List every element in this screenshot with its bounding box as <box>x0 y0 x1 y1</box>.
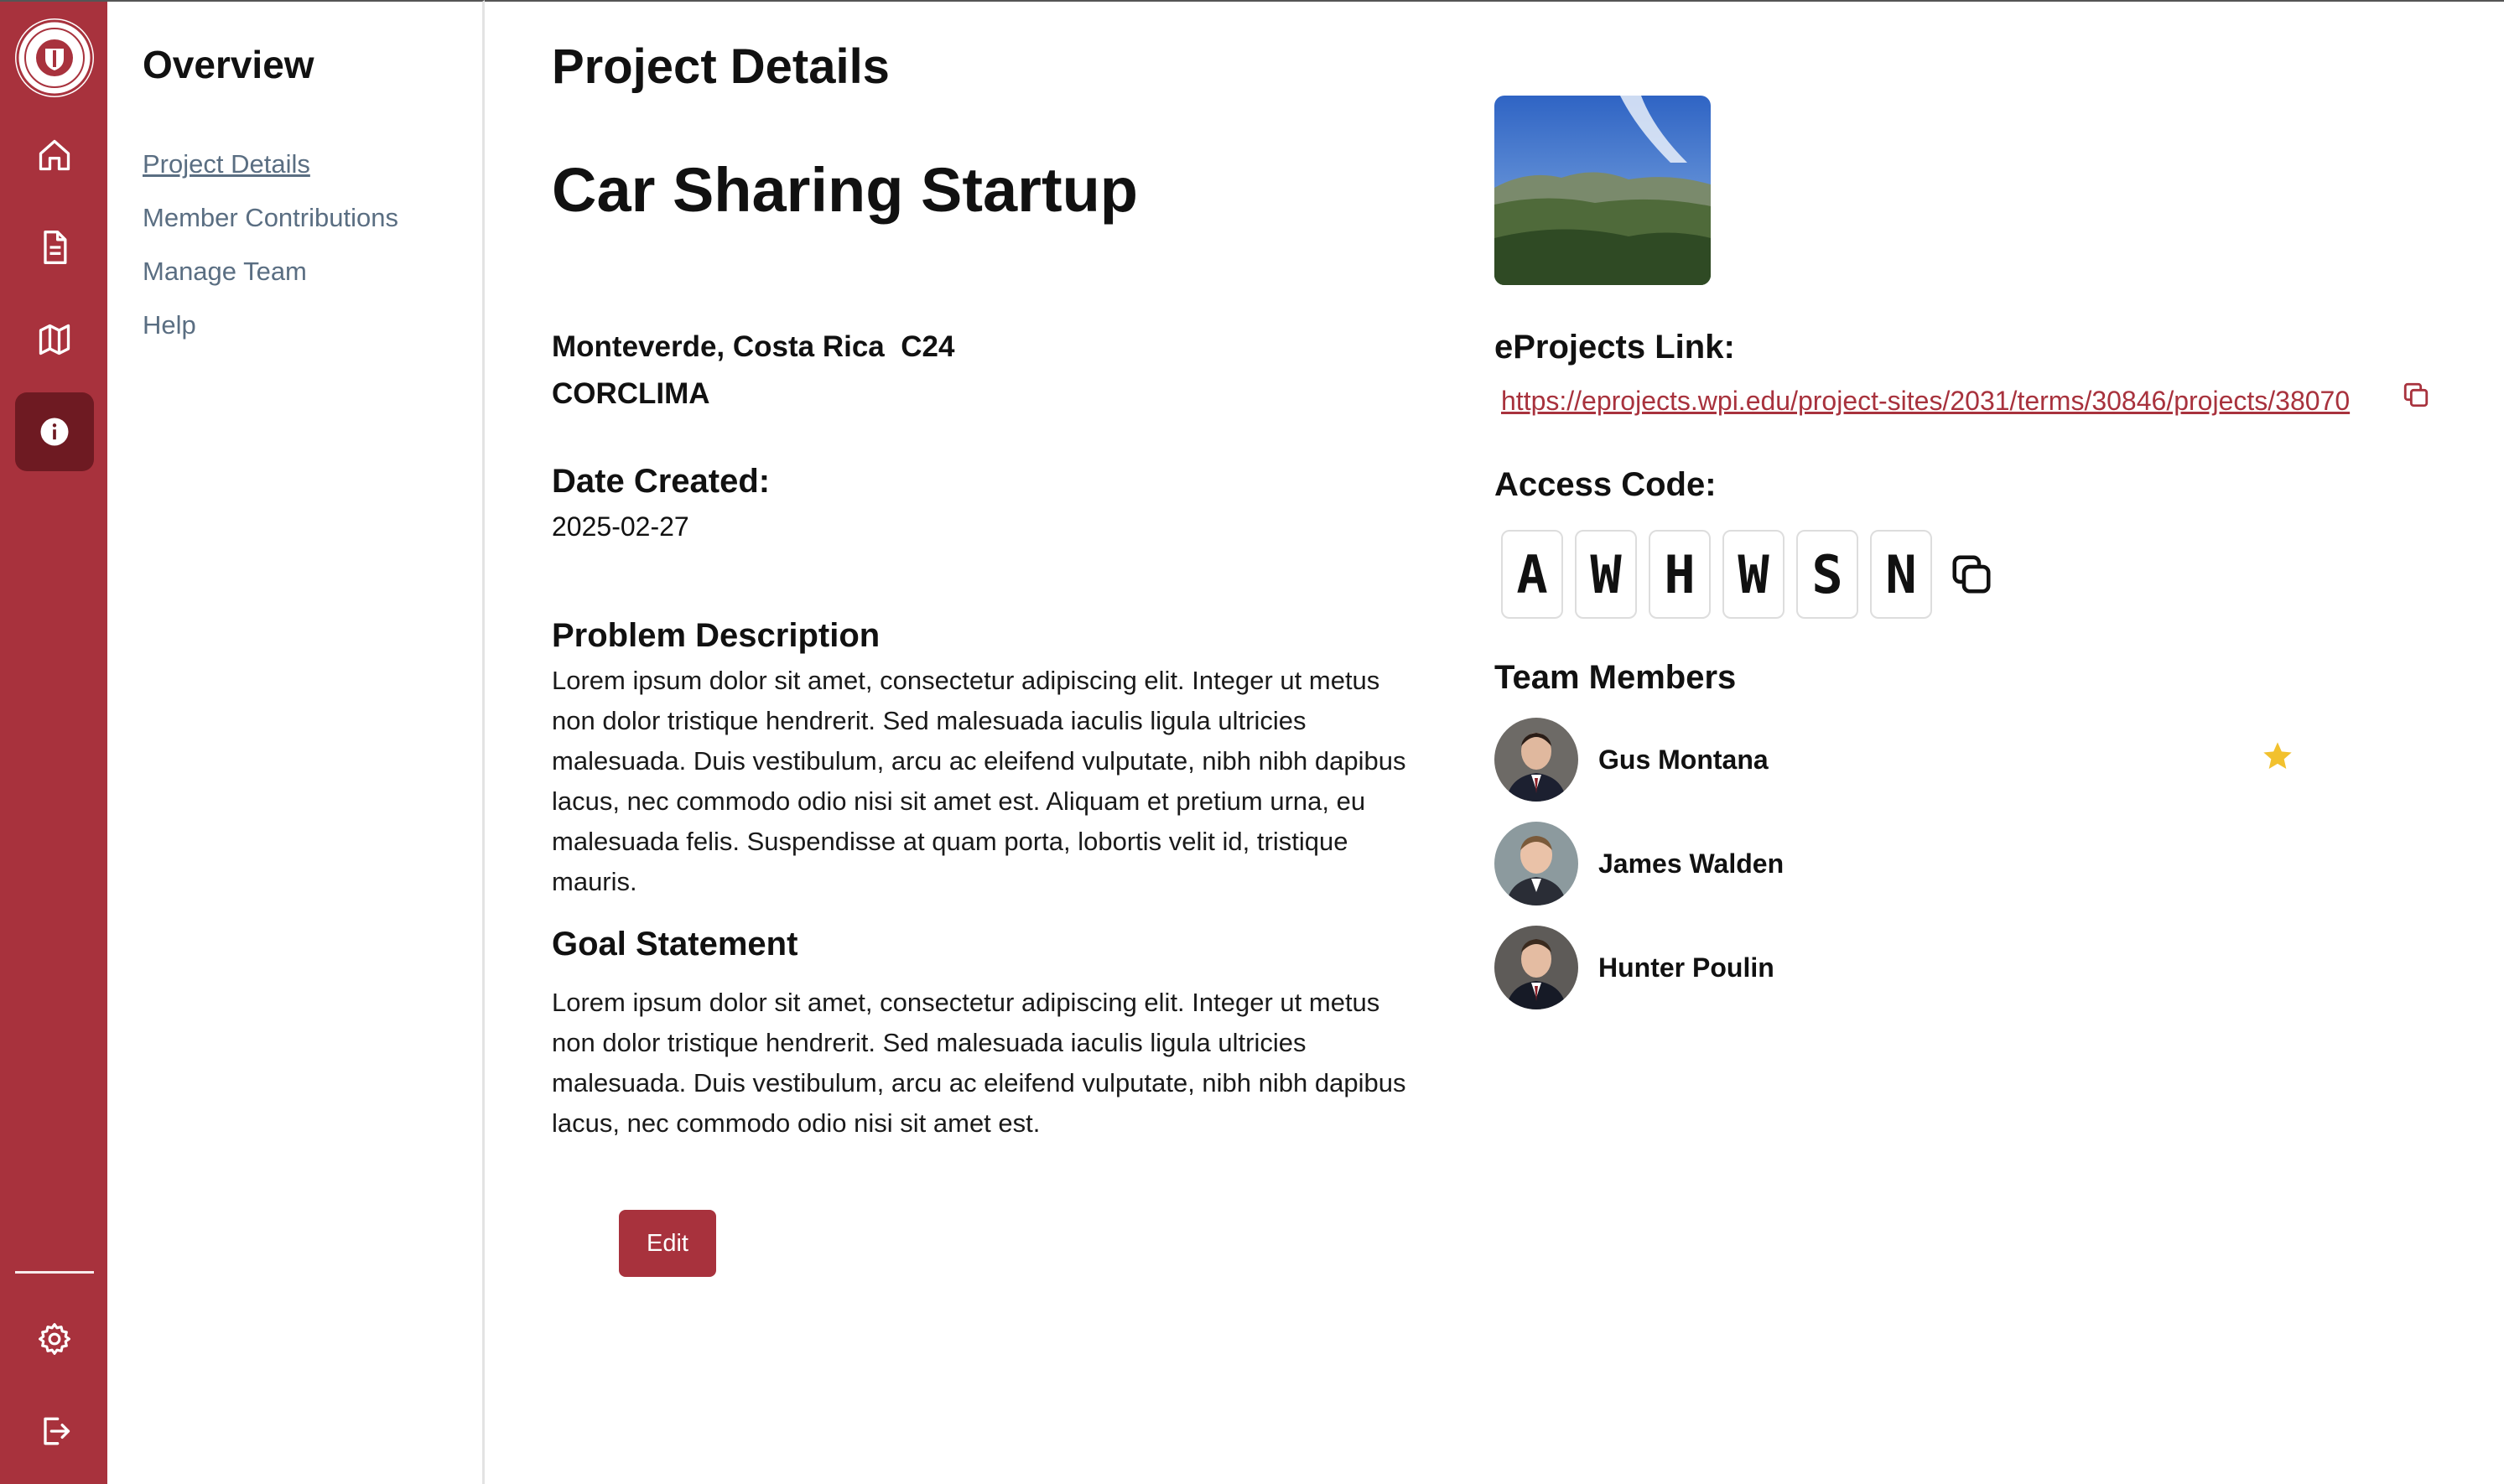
main-content: Project Details Car Sharing Startup Mont… <box>485 0 2504 1484</box>
gear-icon <box>39 1323 70 1355</box>
map-icon <box>39 324 70 355</box>
avatar <box>1494 718 1578 802</box>
logout-button[interactable] <box>15 1392 94 1471</box>
avatar <box>1494 822 1578 905</box>
nav-member-contributions[interactable]: Member Contributions <box>143 203 398 233</box>
copy-code-icon[interactable] <box>1949 552 1994 597</box>
eprojects-link-label: eProjects Link: <box>1494 329 1735 366</box>
map-button[interactable] <box>15 300 94 379</box>
goal-text: Lorem ipsum dolor sit amet, consectetur … <box>552 988 1406 1138</box>
overview-title: Overview <box>143 43 314 86</box>
copy-link-icon[interactable] <box>2402 381 2430 409</box>
team-members-label: Team Members <box>1494 659 1737 696</box>
project-location: Monteverde, Costa Rica C24 <box>552 330 955 363</box>
icon-rail <box>0 0 107 1484</box>
project-name: Car Sharing Startup <box>552 155 1138 225</box>
info-icon <box>40 418 69 446</box>
problem-text: Lorem ipsum dolor sit amet, consectetur … <box>552 666 1406 896</box>
eprojects-link[interactable]: https://eprojects.wpi.edu/project-sites/… <box>1501 386 2350 417</box>
member-name: Gus Montana <box>1598 745 1769 775</box>
access-code-char: W <box>1722 530 1784 619</box>
rail-divider <box>15 1271 94 1274</box>
nav-manage-team[interactable]: Manage Team <box>143 257 307 287</box>
access-code-char: H <box>1649 530 1711 619</box>
star-icon <box>2261 739 2294 773</box>
access-code-char: N <box>1870 530 1932 619</box>
access-code-char: W <box>1575 530 1637 619</box>
documents-button[interactable] <box>15 208 94 287</box>
overview-panel: Overview Project Details Member Contribu… <box>107 0 485 1484</box>
page-title: Project Details <box>552 39 890 94</box>
avatar <box>1494 926 1578 1009</box>
nav-project-details[interactable]: Project Details <box>143 149 310 179</box>
home-icon <box>39 139 70 171</box>
member-name: James Walden <box>1598 848 1784 879</box>
logout-icon <box>44 1417 70 1445</box>
home-button[interactable] <box>15 116 94 195</box>
member-name: Hunter Poulin <box>1598 952 1774 983</box>
problem-heading: Problem Description <box>552 617 881 654</box>
access-code-char: S <box>1796 530 1858 619</box>
project-photo <box>1494 96 1711 285</box>
goal-heading: Goal Statement <box>552 926 798 963</box>
date-created-value: 2025-02-27 <box>552 511 689 542</box>
info-button[interactable] <box>15 392 94 471</box>
date-created-label: Date Created: <box>552 463 771 500</box>
university-seal-icon[interactable] <box>15 18 94 97</box>
document-icon <box>44 231 67 264</box>
access-code-char: A <box>1501 530 1563 619</box>
project-sponsor: CORCLIMA <box>552 377 710 410</box>
access-code-label: Access Code: <box>1494 466 1717 503</box>
edit-button[interactable]: Edit <box>619 1210 716 1277</box>
settings-button[interactable] <box>15 1300 94 1378</box>
nav-help[interactable]: Help <box>143 310 196 340</box>
